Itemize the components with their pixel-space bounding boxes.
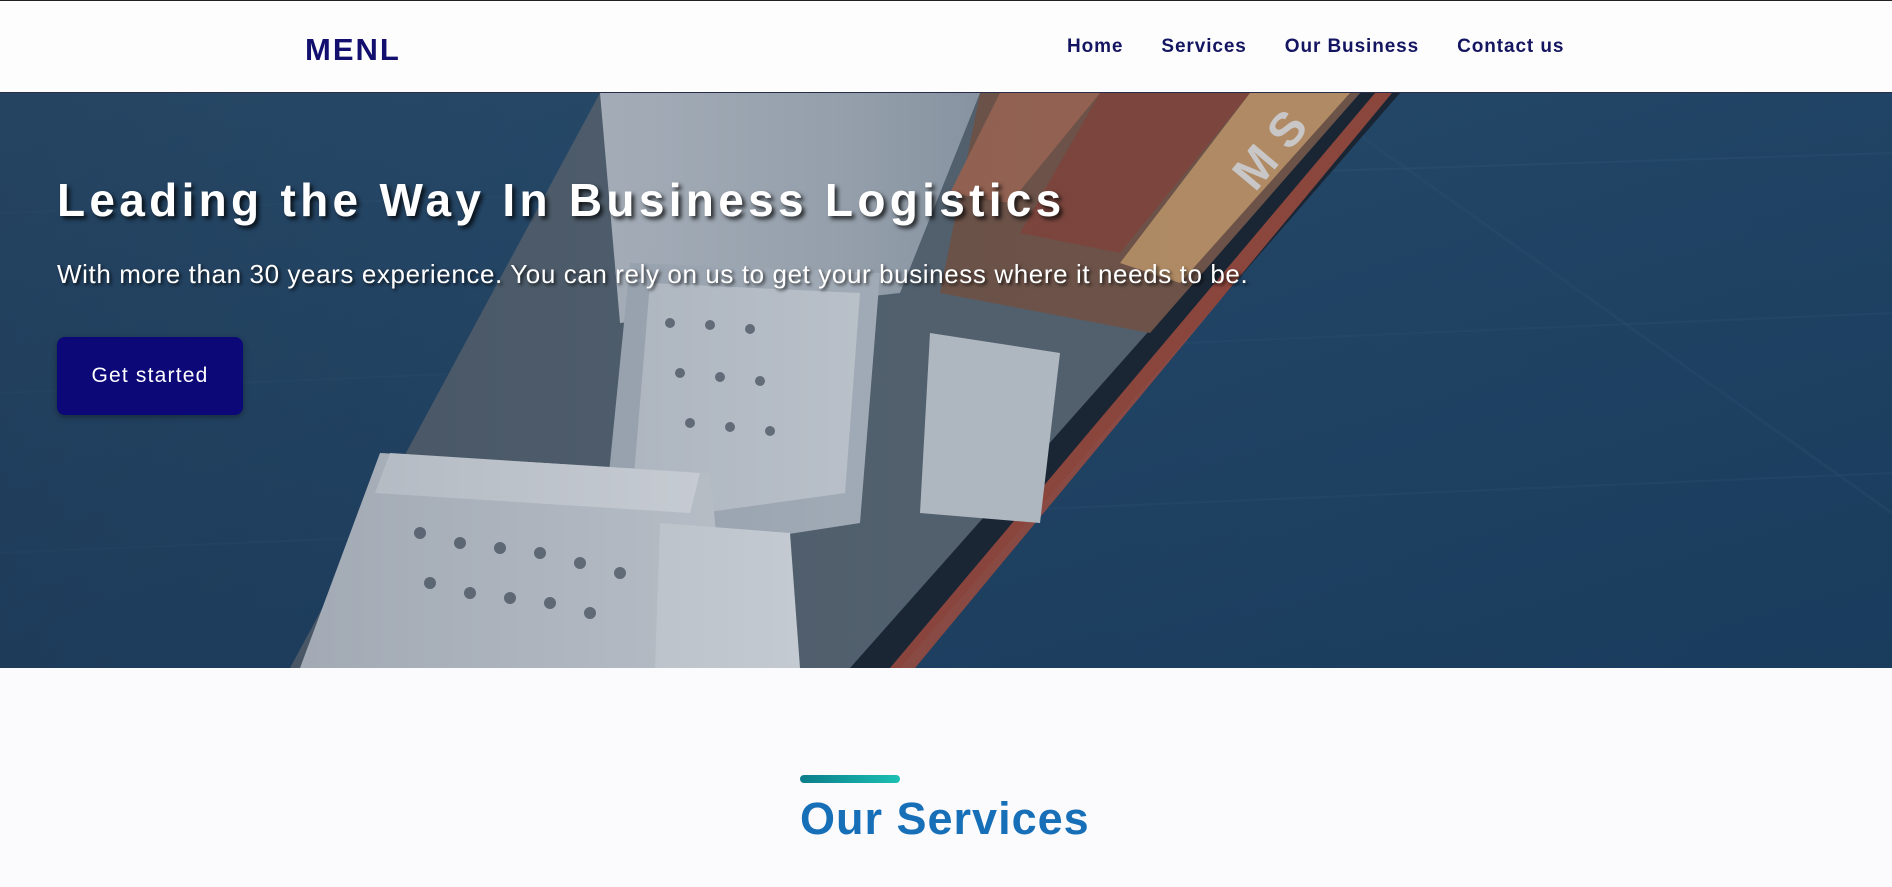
- section-accent-bar: [800, 775, 900, 783]
- get-started-button[interactable]: Get started: [57, 337, 243, 415]
- nav-contact-us[interactable]: Contact us: [1457, 37, 1564, 56]
- nav-services[interactable]: Services: [1161, 37, 1246, 56]
- hero-section: M S Leading the Way In Business Logistic…: [0, 93, 1892, 668]
- services-section: Our Services: [0, 668, 1892, 887]
- hero-subtitle: With more than 30 years experience. You …: [57, 259, 1249, 289]
- services-title: Our Services: [800, 793, 1090, 844]
- logo[interactable]: MENL: [305, 34, 401, 65]
- site-header: MENL Home Services Our Business Contact …: [0, 0, 1892, 93]
- hero-title: Leading the Way In Business Logistics: [57, 174, 1066, 226]
- nav-home[interactable]: Home: [1067, 37, 1123, 56]
- main-nav: Home Services Our Business Contact us: [1067, 37, 1564, 56]
- nav-our-business[interactable]: Our Business: [1285, 37, 1419, 56]
